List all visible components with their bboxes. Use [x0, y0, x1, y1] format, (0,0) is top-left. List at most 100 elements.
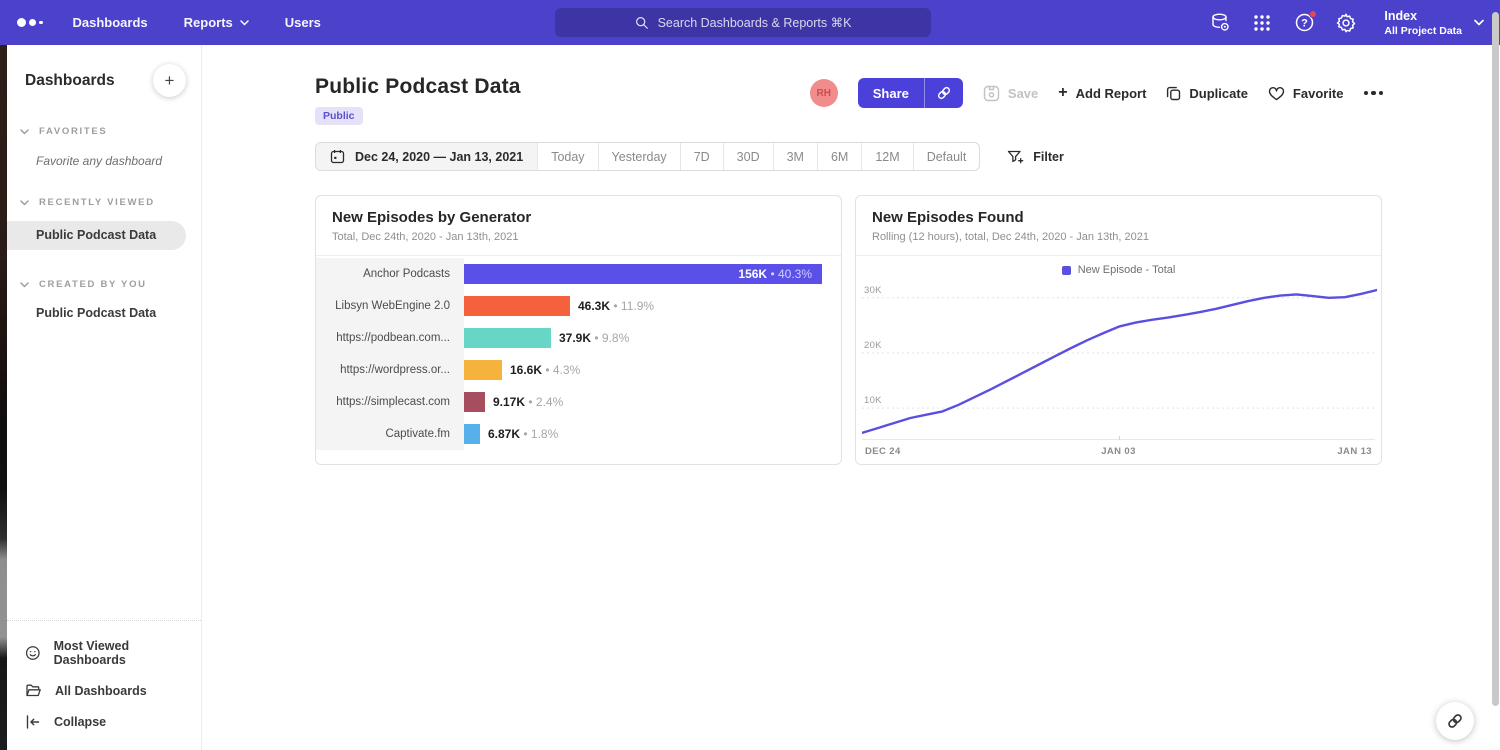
y-tick-label: 30K	[864, 285, 882, 296]
favorites-empty-text: Favorite any dashboard	[36, 154, 201, 168]
search-icon	[635, 16, 649, 30]
main-content: Public Podcast Data Public RH Share Save	[202, 45, 1500, 750]
legend-label: New Episode - Total	[1078, 264, 1176, 276]
preset-30d[interactable]: 30D	[723, 143, 773, 170]
bar-zone: 9.17K • 2.4%	[464, 386, 841, 418]
nav-item-users[interactable]: Users	[285, 15, 321, 30]
sidebar-title: Dashboards	[25, 72, 115, 90]
x-tick-label: JAN 13	[1337, 446, 1372, 457]
sidebar-item-public-podcast-data-selected[interactable]: Public Podcast Data	[7, 221, 186, 250]
preset-yesterday[interactable]: Yesterday	[598, 143, 680, 170]
filter-funnel-icon	[1007, 150, 1024, 164]
background-window-edge	[0, 45, 7, 750]
duplicate-icon	[1166, 86, 1181, 101]
bar-category-label: https://wordpress.or...	[316, 354, 464, 386]
calendar-icon	[330, 149, 345, 164]
bar-value-label: 46.3K • 11.9%	[578, 299, 654, 313]
mixpanel-logo-icon[interactable]	[17, 18, 43, 27]
notification-dot	[1309, 10, 1317, 18]
search-input[interactable]: Search Dashboards & Reports ⌘K	[555, 8, 931, 37]
date-range-control: Dec 24, 2020 — Jan 13, 2021 Today Yester…	[315, 142, 980, 171]
date-range-picker[interactable]: Dec 24, 2020 — Jan 13, 2021	[316, 143, 537, 170]
bar[interactable]	[464, 424, 480, 444]
bar-category-label: https://podbean.com...	[316, 322, 464, 354]
nav-item-dashboards[interactable]: Dashboards	[73, 15, 148, 30]
bar-category-label: Captivate.fm	[316, 418, 464, 450]
bar-row: Libsyn WebEngine 2.046.3K • 11.9%	[316, 290, 841, 322]
filter-button[interactable]: Filter	[1007, 150, 1064, 164]
sidebar: Dashboards + FAVORITES Favorite any dash…	[7, 45, 202, 750]
search-placeholder: Search Dashboards & Reports ⌘K	[658, 15, 852, 30]
collapse-sidebar-button[interactable]: Collapse	[7, 706, 201, 738]
scrollbar-thumb[interactable]	[1492, 12, 1499, 706]
duplicate-button[interactable]: Duplicate	[1166, 86, 1248, 101]
add-report-button[interactable]: + Add Report	[1058, 85, 1146, 101]
x-tick-label: DEC 24	[865, 446, 901, 457]
chart-legend: New Episode - Total	[856, 256, 1381, 279]
bar[interactable]	[464, 392, 485, 412]
date-range-text: Dec 24, 2020 — Jan 13, 2021	[355, 150, 523, 164]
save-button[interactable]: Save	[983, 85, 1038, 102]
link-icon	[936, 85, 952, 101]
preset-today[interactable]: Today	[537, 143, 597, 170]
most-viewed-dashboards-button[interactable]: Most Viewed Dashboards	[7, 631, 201, 675]
copy-link-button[interactable]	[925, 78, 963, 108]
bar-value-label: 6.87K • 1.8%	[488, 427, 558, 441]
chevron-down-icon	[240, 20, 249, 26]
top-nav: Dashboards Reports Users Search Dashboar…	[0, 0, 1500, 45]
bar[interactable]	[464, 296, 570, 316]
add-dashboard-button[interactable]: +	[153, 64, 186, 97]
bar-value-label: 9.17K • 2.4%	[493, 395, 563, 409]
preset-12m[interactable]: 12M	[861, 143, 912, 170]
y-tick-label: 20K	[864, 340, 882, 351]
help-icon[interactable]: ?	[1292, 11, 1316, 35]
public-badge: Public	[315, 107, 363, 125]
heart-icon	[1268, 86, 1285, 101]
nav-label: Users	[285, 15, 321, 30]
floating-share-link-button[interactable]	[1436, 702, 1474, 740]
apps-grid-icon[interactable]	[1250, 11, 1274, 35]
chevron-down-icon	[20, 129, 29, 135]
share-button[interactable]: Share	[858, 78, 963, 108]
page-title: Public Podcast Data	[315, 75, 521, 99]
bar-row: https://simplecast.com9.17K • 2.4%	[316, 386, 841, 418]
nav-label: Dashboards	[73, 15, 148, 30]
section-header-created-by-you[interactable]: CREATED BY YOU	[7, 279, 201, 290]
bar-chart: Anchor Podcasts156K • 40.3%Libsyn WebEng…	[316, 256, 841, 450]
bar[interactable]: 156K • 40.3%	[464, 264, 822, 284]
card-title: New Episodes Found	[872, 209, 1365, 226]
card-subtitle: Rolling (12 hours), total, Dec 24th, 202…	[872, 231, 1365, 243]
chevron-down-icon	[1474, 19, 1484, 26]
sidebar-item-public-podcast-data[interactable]: Public Podcast Data	[7, 306, 201, 320]
card-title: New Episodes by Generator	[332, 209, 825, 226]
data-stack-icon[interactable]	[1208, 11, 1232, 35]
bar-row: Anchor Podcasts156K • 40.3%	[316, 258, 841, 290]
preset-default[interactable]: Default	[913, 143, 980, 170]
project-selector[interactable]: Index All Project Data	[1384, 8, 1484, 36]
more-options-button[interactable]	[1364, 87, 1384, 100]
preset-7d[interactable]: 7D	[680, 143, 723, 170]
line-chart: 10K20K30K	[862, 279, 1377, 439]
all-dashboards-button[interactable]: All Dashboards	[7, 675, 201, 706]
link-icon	[1446, 712, 1464, 730]
preset-3m[interactable]: 3M	[773, 143, 817, 170]
bar-value-label: 16.6K • 4.3%	[510, 363, 580, 377]
plus-icon: +	[1058, 85, 1067, 101]
bar[interactable]	[464, 328, 551, 348]
settings-gear-icon[interactable]	[1334, 11, 1358, 35]
section-header-favorites[interactable]: FAVORITES	[7, 126, 201, 137]
nav-item-reports[interactable]: Reports	[184, 15, 249, 30]
preset-6m[interactable]: 6M	[817, 143, 861, 170]
project-name: Index	[1384, 8, 1462, 24]
line-series[interactable]	[862, 290, 1377, 433]
section-header-recently-viewed[interactable]: RECENTLY VIEWED	[7, 197, 201, 208]
legend-swatch	[1062, 266, 1071, 275]
bar-zone: 46.3K • 11.9%	[464, 290, 841, 322]
bar[interactable]	[464, 360, 502, 380]
nav-label: Reports	[184, 15, 233, 30]
card-subtitle: Total, Dec 24th, 2020 - Jan 13th, 2021	[332, 231, 825, 243]
bar-zone: 16.6K • 4.3%	[464, 354, 841, 386]
project-subtitle: All Project Data	[1384, 25, 1462, 37]
favorite-button[interactable]: Favorite	[1268, 86, 1344, 101]
avatar[interactable]: RH	[810, 79, 838, 107]
